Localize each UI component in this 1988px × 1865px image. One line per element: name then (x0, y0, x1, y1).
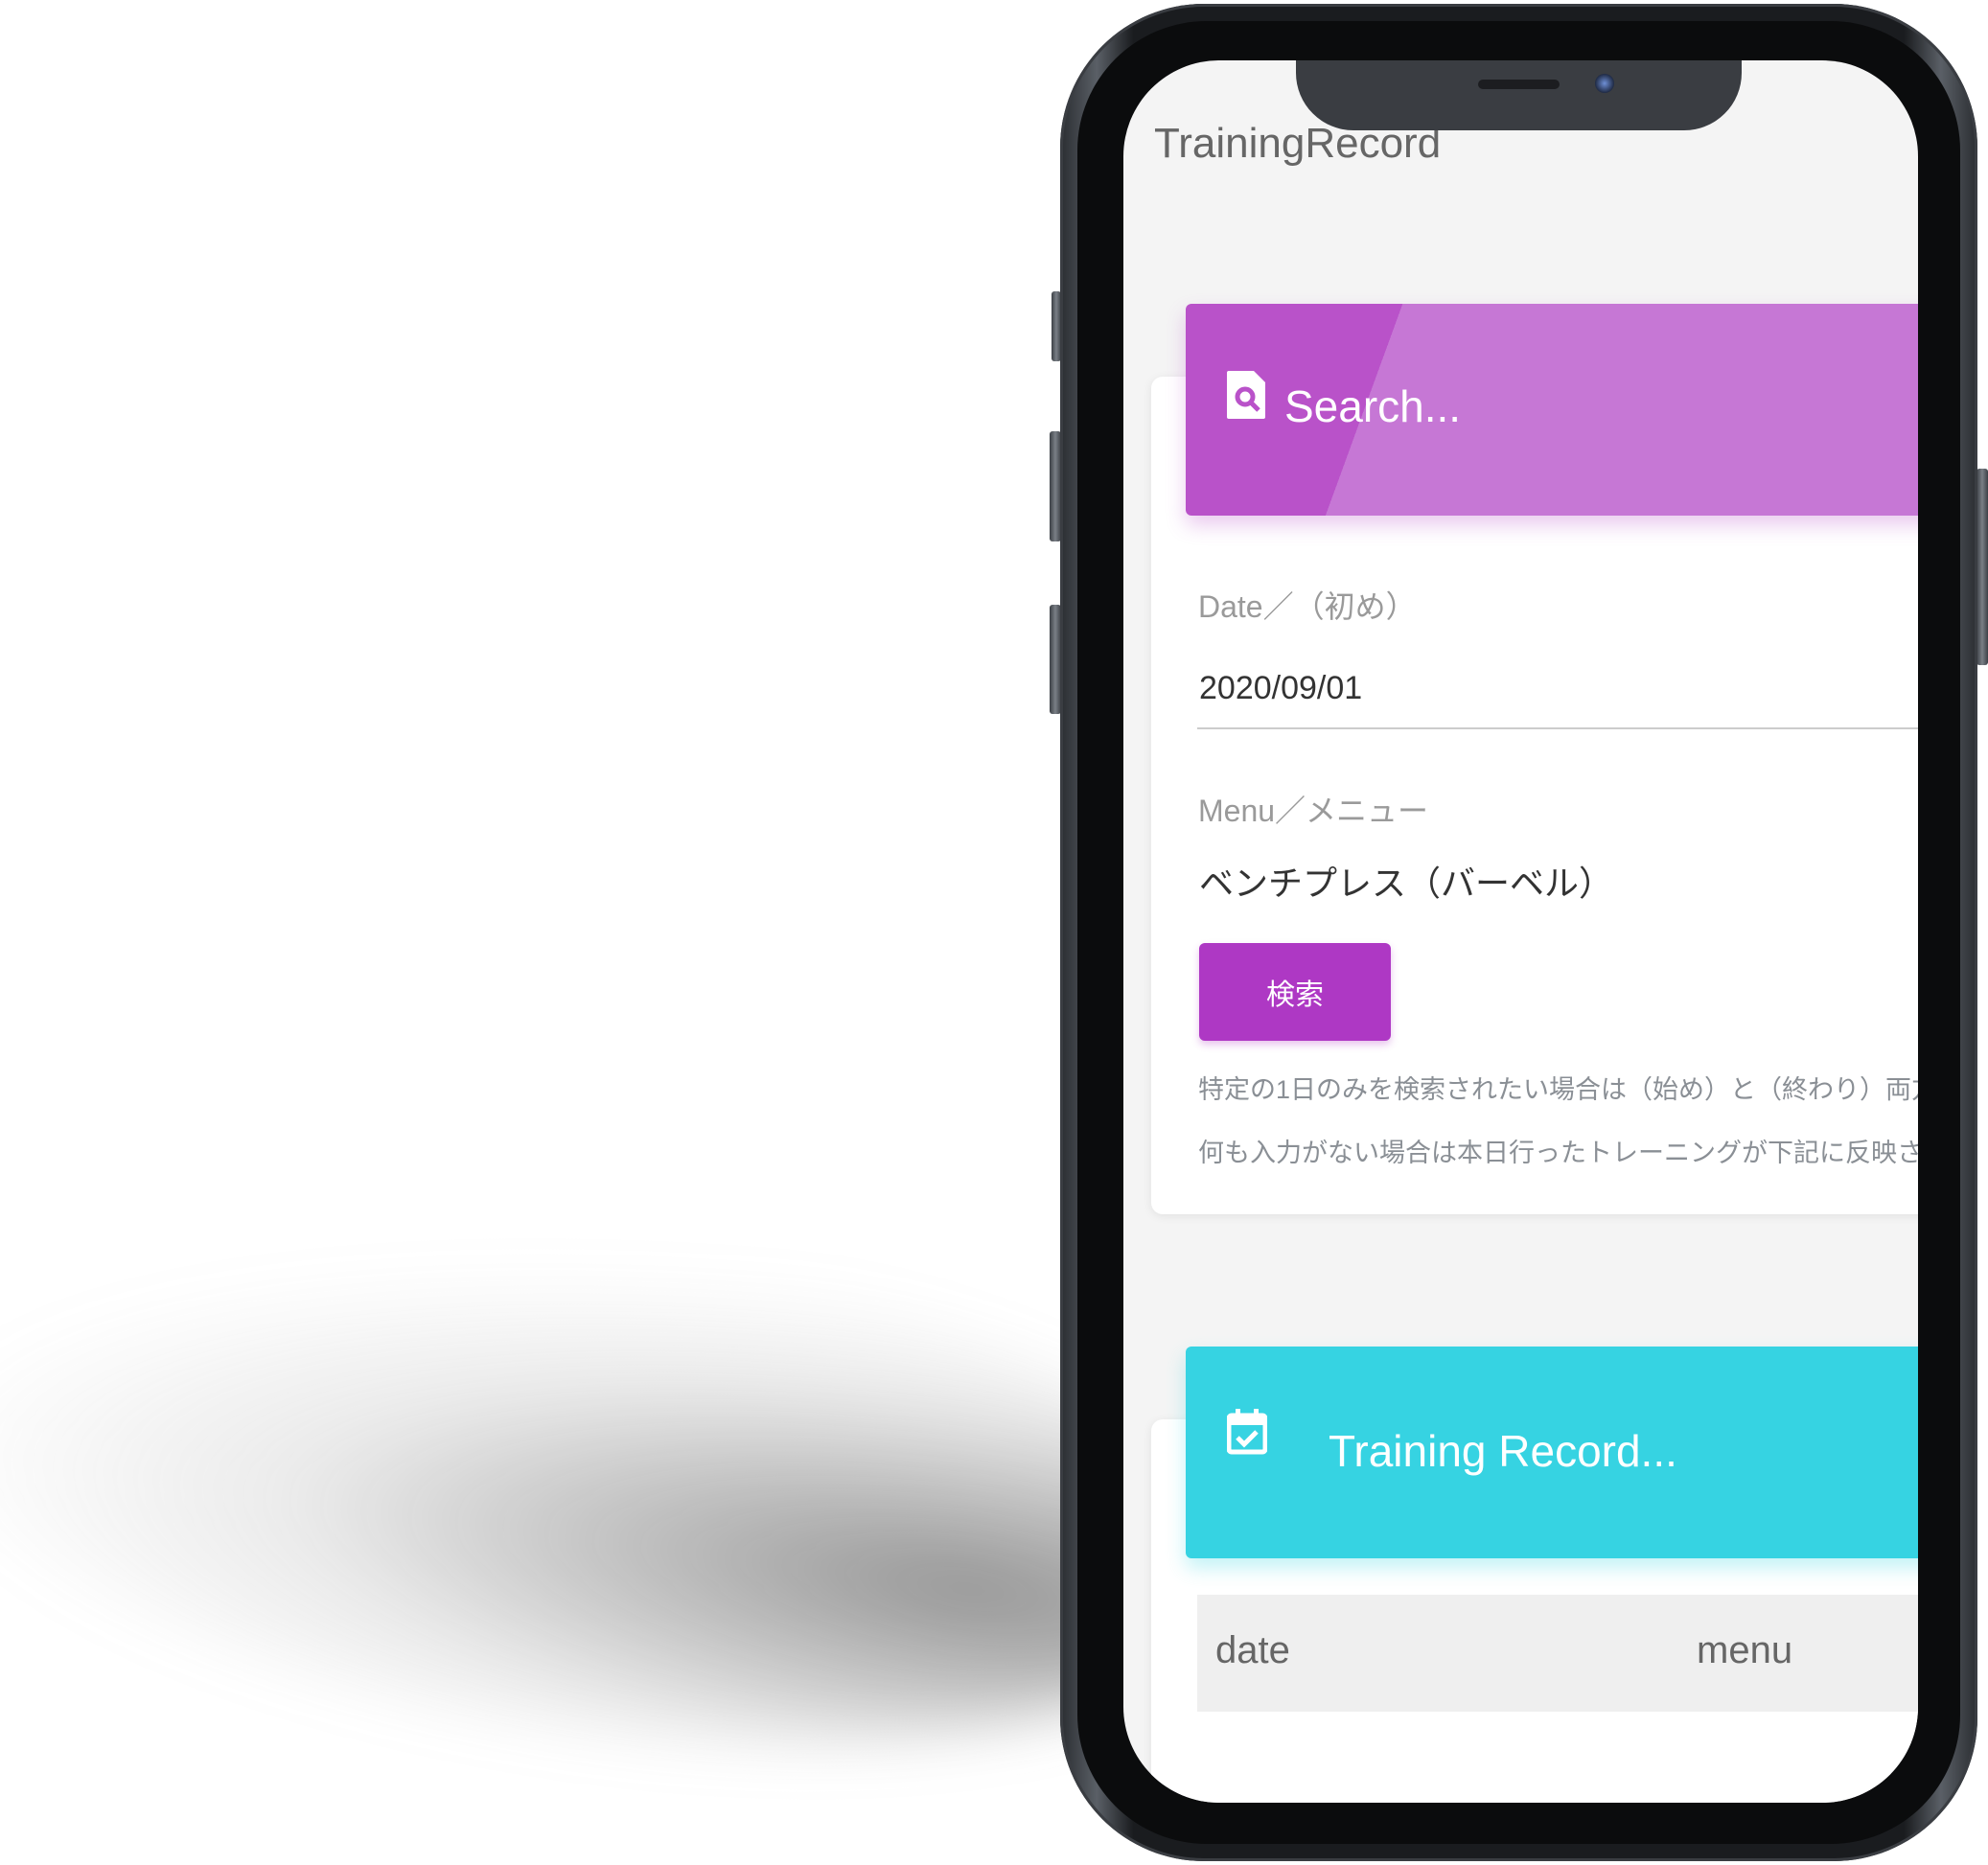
record-header-title: Training Record... (1329, 1426, 1677, 1476)
menu-label: Menu／メニュー (1198, 794, 1429, 828)
calendar-check-icon (1227, 1409, 1267, 1455)
search-header-title: Search... (1284, 381, 1462, 431)
search-button[interactable]: 検索 (1199, 943, 1391, 1041)
date-input-underline (1197, 727, 1918, 729)
speaker-icon (1478, 80, 1560, 89)
power-button (1976, 469, 1988, 665)
search-note: 特定の1日のみを検索されたい場合は（始め）と（終わり）両方 (1198, 1075, 1918, 1104)
phone-notch (1296, 60, 1742, 130)
menu-select[interactable]: ベンチプレス（バーベル） (1199, 856, 1613, 906)
camera-icon (1595, 74, 1614, 93)
date-label: Date／（初め） (1198, 589, 1417, 624)
record-header: Training Record... (1186, 1347, 1918, 1558)
phone-screen: TrainingRecord Search... Date／（初め） 2020/… (1123, 60, 1918, 1803)
column-header-menu[interactable]: menu (1697, 1629, 1792, 1672)
search-header: Search... (1186, 304, 1918, 516)
search-note: 何も入力がない場合は本日行ったトレーニングが下記に反映さ (1198, 1139, 1918, 1167)
file-search-icon (1227, 371, 1265, 419)
record-table-header: date menu (1197, 1595, 1918, 1712)
date-input[interactable]: 2020/09/01 (1199, 670, 1362, 707)
column-header-date[interactable]: date (1215, 1629, 1290, 1672)
